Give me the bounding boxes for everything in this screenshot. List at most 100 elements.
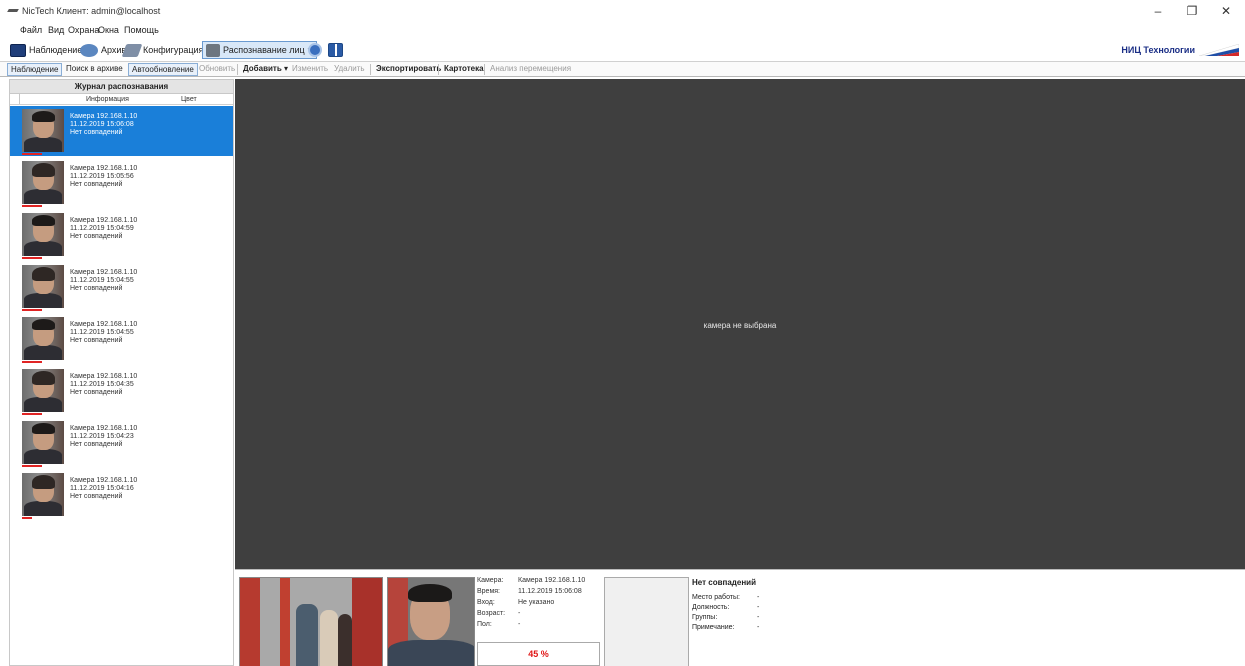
time-label: Время:	[477, 588, 501, 595]
color-bar	[22, 309, 42, 311]
close-button[interactable]: ✕	[1211, 3, 1241, 19]
config-label: Конфигурация	[143, 45, 204, 55]
work-label: Место работы:	[692, 594, 740, 601]
chevron-down-icon: ▾	[283, 64, 288, 73]
export-button[interactable]: Экспортировать	[373, 63, 444, 76]
match-info: Нет совпадений Место работы: - Должность:…	[692, 578, 782, 634]
grid-layout-button[interactable]	[328, 41, 343, 59]
face-thumbnail	[22, 317, 64, 360]
config-button[interactable]: Конфигурация	[121, 41, 204, 59]
delete-button[interactable]: Удалить	[331, 63, 368, 76]
face-icon	[206, 43, 220, 57]
time-value: 11.12.2019 15:06:08	[518, 588, 582, 595]
list-item[interactable]: Камера 192.168.1.10 11.12.2019 15:04:35 Не…	[10, 366, 233, 416]
journal-title: Журнал распознавания	[10, 80, 233, 94]
face-thumbnail	[22, 421, 64, 464]
list-item[interactable]: Камера 192.168.1.10 11.12.2019 15:04:23 Не…	[10, 418, 233, 468]
color-bar	[22, 465, 42, 467]
menu-guard[interactable]: Охрана	[68, 25, 99, 35]
edit-button[interactable]: Изменить	[289, 63, 331, 76]
face-recognition-label: Распознавание лиц	[223, 45, 305, 55]
item-camera: Камера 192.168.1.10	[70, 165, 138, 172]
color-bar	[22, 153, 42, 155]
secondary-toolbar: Наблюдение Поиск в архиве Автообновление…	[0, 61, 1245, 77]
info-icon	[308, 43, 322, 57]
item-status: Нет совпадений	[70, 493, 123, 500]
tab-observe[interactable]: Наблюдение	[7, 63, 63, 76]
item-time: 11.12.2019 15:04:55	[70, 329, 134, 336]
color-bar	[22, 517, 32, 519]
card-index-button[interactable]: Картотека	[441, 63, 487, 76]
position-value: -	[757, 604, 760, 611]
item-camera: Камера 192.168.1.10	[70, 425, 138, 432]
archive-icon	[80, 43, 98, 57]
minimize-button[interactable]: –	[1143, 3, 1173, 19]
list-item[interactable]: Камера 192.168.1.10 11.12.2019 15:04:59 Не…	[10, 210, 233, 260]
item-camera: Камера 192.168.1.10	[70, 217, 138, 224]
journal-columns: Информация Цвет	[10, 94, 233, 105]
wrench-icon	[121, 43, 143, 57]
add-label: Добавить	[243, 64, 282, 73]
menu-file[interactable]: Файл	[20, 25, 42, 35]
note-label: Примечание:	[692, 624, 735, 631]
menu-view[interactable]: Вид	[48, 25, 64, 35]
grid-icon	[328, 43, 343, 57]
groups-value: -	[757, 614, 760, 621]
sex-value: -	[518, 621, 521, 628]
info-button[interactable]	[308, 41, 322, 59]
age-value: -	[518, 610, 521, 617]
add-button[interactable]: Добавить ▾	[240, 63, 291, 76]
item-camera: Камера 192.168.1.10	[70, 269, 138, 276]
list-item[interactable]: Камера 192.168.1.10 11.12.2019 15:05:56 Не…	[10, 158, 233, 208]
item-time: 11.12.2019 15:04:35	[70, 381, 134, 388]
refresh-button[interactable]: Обновить	[196, 63, 238, 76]
scene-snapshot[interactable]	[239, 577, 383, 666]
no-camera-message: камера не выбрана	[703, 321, 777, 330]
list-item[interactable]: Камера 192.168.1.10 11.12.2019 15:04:55 Не…	[10, 314, 233, 364]
tab-search-archive[interactable]: Поиск в архиве	[63, 63, 126, 76]
entry-label: Вход:	[477, 599, 495, 606]
column-color[interactable]: Цвет	[181, 96, 197, 103]
similarity-percent: 45 %	[477, 642, 600, 666]
archive-button[interactable]: Архив	[80, 41, 126, 59]
item-status: Нет совпадений	[70, 337, 123, 344]
toolbar-separator	[438, 64, 439, 75]
recognition-journal: Журнал распознавания Информация Цвет Кам…	[9, 79, 234, 666]
item-camera: Камера 192.168.1.10	[70, 373, 138, 380]
movement-analysis-button[interactable]: Анализ перемещения	[487, 63, 574, 76]
color-bar	[22, 205, 42, 207]
match-title: Нет совпадений	[692, 578, 756, 587]
item-camera: Камера 192.168.1.10	[70, 113, 138, 120]
app-icon	[7, 9, 19, 12]
observe-button[interactable]: Наблюдение	[10, 41, 82, 59]
maximize-button[interactable]: ❐	[1177, 3, 1207, 19]
color-bar	[22, 257, 42, 259]
face-thumbnail	[22, 265, 64, 308]
list-item[interactable]: Камера 192.168.1.10 11.12.2019 15:04:55 Не…	[10, 262, 233, 312]
list-item[interactable]: Камера 192.168.1.10 11.12.2019 15:04:16 Не…	[10, 470, 233, 520]
position-label: Должность:	[692, 604, 730, 611]
face-recognition-button[interactable]: Распознавание лиц ▾	[202, 41, 318, 59]
brand-logo	[1199, 44, 1239, 56]
item-camera: Камера 192.168.1.10	[70, 321, 138, 328]
menu-windows[interactable]: Окна	[98, 25, 119, 35]
face-thumbnail	[22, 473, 64, 516]
face-snapshot[interactable]	[387, 577, 475, 666]
work-value: -	[757, 594, 760, 601]
brand-name: НИЦ Технологии	[1121, 45, 1195, 55]
list-item[interactable]: Камера 192.168.1.10 11.12.2019 15:06:08 Не…	[10, 106, 233, 156]
column-divider	[19, 94, 20, 104]
detail-panel: Камера: Камера 192.168.1.10 Время: 11.12…	[235, 569, 1245, 666]
matched-photo	[604, 577, 689, 666]
auto-update-toggle[interactable]: Автообновление	[128, 63, 198, 76]
item-camera: Камера 192.168.1.10	[70, 477, 138, 484]
entry-value: Не указано	[518, 599, 555, 606]
face-thumbnail	[22, 109, 64, 152]
video-view[interactable]: камера не выбрана	[235, 79, 1245, 569]
column-info[interactable]: Информация	[86, 96, 129, 103]
menu-help[interactable]: Помощь	[124, 25, 159, 35]
groups-label: Группы:	[692, 614, 718, 621]
face-thumbnail	[22, 369, 64, 412]
item-status: Нет совпадений	[70, 129, 123, 136]
observe-label: Наблюдение	[29, 45, 83, 55]
